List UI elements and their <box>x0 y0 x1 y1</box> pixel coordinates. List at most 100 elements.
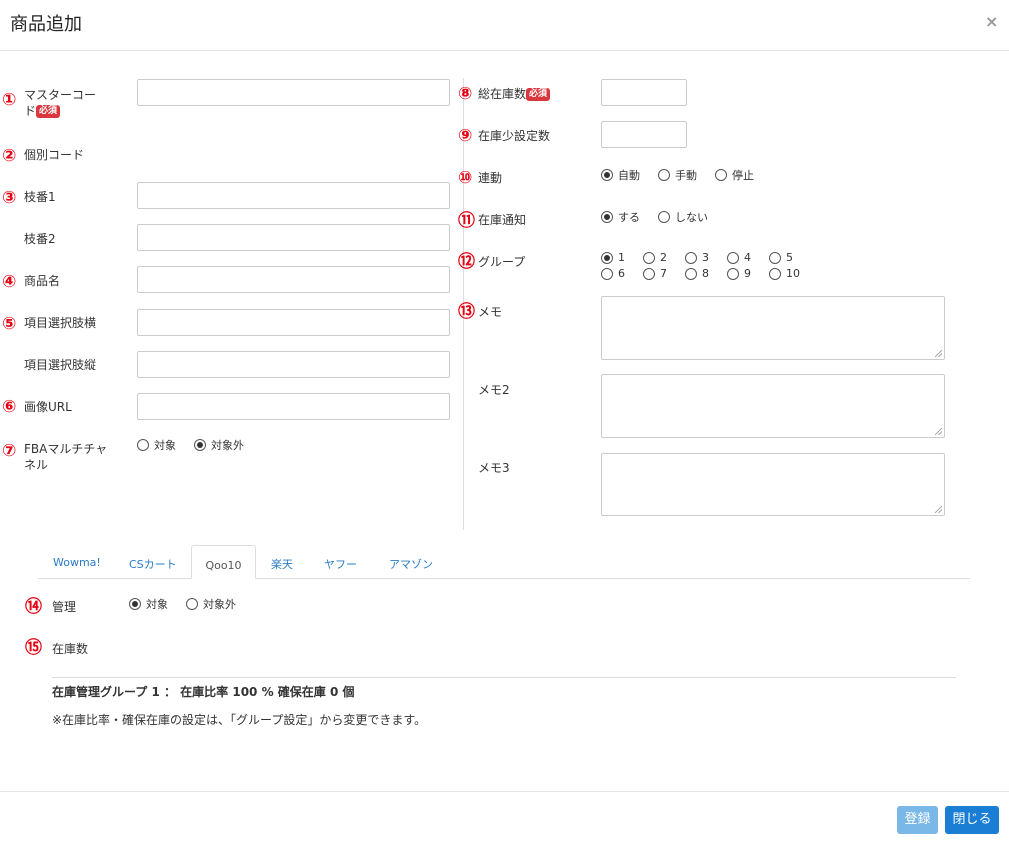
tab-rakuten[interactable]: 楽天 <box>271 556 293 572</box>
group-radio-2[interactable]: 2 <box>643 251 685 264</box>
radio-icon <box>658 169 670 181</box>
notify-label: 在庫通知 <box>478 213 527 227</box>
radio-icon <box>658 211 670 223</box>
memo-label: メモ <box>478 305 503 319</box>
panel-divider <box>52 677 956 678</box>
image-url-label: 画像URL <box>24 400 72 414</box>
resize-grip-icon[interactable] <box>935 428 942 435</box>
radio-checked-icon <box>129 598 141 610</box>
option-v-label: 項目選択肢縦 <box>24 358 97 372</box>
radio-checked-icon <box>601 251 613 264</box>
resize-grip-icon[interactable] <box>935 506 942 513</box>
memo-textarea[interactable] <box>601 296 945 360</box>
branch1-input[interactable] <box>137 182 450 209</box>
link-radio-auto[interactable]: 自動 <box>601 167 640 183</box>
memo3-label: メモ3 <box>478 461 510 475</box>
radio-icon <box>727 267 739 280</box>
radio-icon <box>643 267 655 280</box>
required-badge: 必須 <box>526 88 551 101</box>
radio-icon <box>601 267 613 280</box>
link-radio-manual[interactable]: 手動 <box>658 167 697 183</box>
radio-icon <box>727 251 739 264</box>
marker-3: ③ <box>2 188 17 208</box>
footer-divider <box>0 791 1009 792</box>
memo3-textarea[interactable] <box>601 453 945 516</box>
image-url-input[interactable] <box>137 393 450 420</box>
manage-radio-target[interactable]: 対象 <box>129 596 168 612</box>
branch2-label: 枝番2 <box>24 232 56 246</box>
register-button[interactable]: 登録 <box>897 806 938 834</box>
tab-yahoo[interactable]: ヤフー <box>324 556 357 572</box>
notify-radio-group: する しない <box>601 209 708 225</box>
radio-icon <box>685 251 697 264</box>
stock-note: ※在庫比率・確保在庫の設定は、「グループ設定」から変更できます。 <box>52 713 427 727</box>
memo2-label: メモ2 <box>478 383 510 397</box>
marker-4: ④ <box>2 272 17 292</box>
radio-icon <box>769 267 781 280</box>
tab-amazon[interactable]: アマゾン <box>389 556 433 572</box>
marker-11: ⑪ <box>458 211 475 231</box>
group-radio-3[interactable]: 3 <box>685 251 727 264</box>
marker-9: ⑨ <box>458 126 473 146</box>
stock-label: 在庫数 <box>52 642 89 656</box>
fba-radio-group: 対象 対象外 <box>137 437 244 453</box>
radio-icon <box>643 251 655 264</box>
marker-2: ② <box>2 146 17 166</box>
low-stock-input[interactable] <box>601 121 687 148</box>
group-radio-5[interactable]: 5 <box>769 251 811 264</box>
radio-checked-icon <box>601 169 613 181</box>
group-radio-group: 1 2 3 4 5 6 7 8 9 10 <box>601 251 821 280</box>
notify-radio-yes[interactable]: する <box>601 209 640 225</box>
link-label: 連動 <box>478 171 503 185</box>
header-divider <box>0 50 1009 51</box>
fba-radio-target[interactable]: 対象 <box>137 437 176 453</box>
option-h-label: 項目選択肢横 <box>24 316 97 330</box>
group-label: グループ <box>478 255 526 269</box>
resize-grip-icon[interactable] <box>935 350 942 357</box>
radio-icon <box>715 169 727 181</box>
total-stock-label: 総在庫数 必須 <box>478 86 551 102</box>
option-v-input[interactable] <box>137 351 450 378</box>
close-icon[interactable]: × <box>985 12 998 31</box>
product-name-input[interactable] <box>137 266 450 293</box>
tab-bar-divider <box>38 578 970 579</box>
marker-7: ⑦ <box>2 441 17 461</box>
radio-icon <box>186 598 198 610</box>
group-radio-9[interactable]: 9 <box>727 267 769 280</box>
notify-radio-no[interactable]: しない <box>658 209 708 225</box>
memo2-textarea[interactable] <box>601 374 945 438</box>
link-radio-group: 自動 手動 停止 <box>601 167 754 183</box>
link-radio-stop[interactable]: 停止 <box>715 167 754 183</box>
group-radio-6[interactable]: 6 <box>601 267 643 280</box>
marker-5: ⑤ <box>2 314 17 334</box>
tab-wowma[interactable]: Wowma! <box>53 556 101 569</box>
marker-6: ⑥ <box>2 397 17 417</box>
product-name-label: 商品名 <box>24 274 61 288</box>
close-button[interactable]: 閉じる <box>945 806 999 834</box>
manage-radio-not-target[interactable]: 対象外 <box>186 596 236 612</box>
radio-icon <box>685 267 697 280</box>
marker-14: ⑭ <box>25 597 42 617</box>
fba-radio-not-target[interactable]: 対象外 <box>194 437 244 453</box>
branch2-input[interactable] <box>137 224 450 251</box>
manage-radio-group: 対象 対象外 <box>129 596 236 612</box>
total-stock-input[interactable] <box>601 79 687 106</box>
marker-15: ⑮ <box>25 638 42 658</box>
marker-8: ⑧ <box>458 84 473 104</box>
master-code-input[interactable] <box>137 79 450 106</box>
marker-13: ⑬ <box>458 302 475 322</box>
branch1-label: 枝番1 <box>24 190 56 204</box>
group-radio-4[interactable]: 4 <box>727 251 769 264</box>
group-radio-10[interactable]: 10 <box>769 267 811 280</box>
required-badge: 必須 <box>36 105 61 118</box>
group-radio-8[interactable]: 8 <box>685 267 727 280</box>
tab-qoo10[interactable]: Qoo10 <box>191 545 256 579</box>
group-radio-7[interactable]: 7 <box>643 267 685 280</box>
low-stock-label: 在庫少設定数 <box>478 129 551 143</box>
group-radio-1[interactable]: 1 <box>601 251 643 264</box>
tab-cs-cart[interactable]: CSカート <box>129 556 177 572</box>
marker-12: ⑫ <box>458 252 475 272</box>
item-code-label: 個別コード <box>24 148 85 162</box>
option-h-input[interactable] <box>137 309 450 336</box>
master-code-label: マスターコー ド必須 <box>24 88 97 118</box>
